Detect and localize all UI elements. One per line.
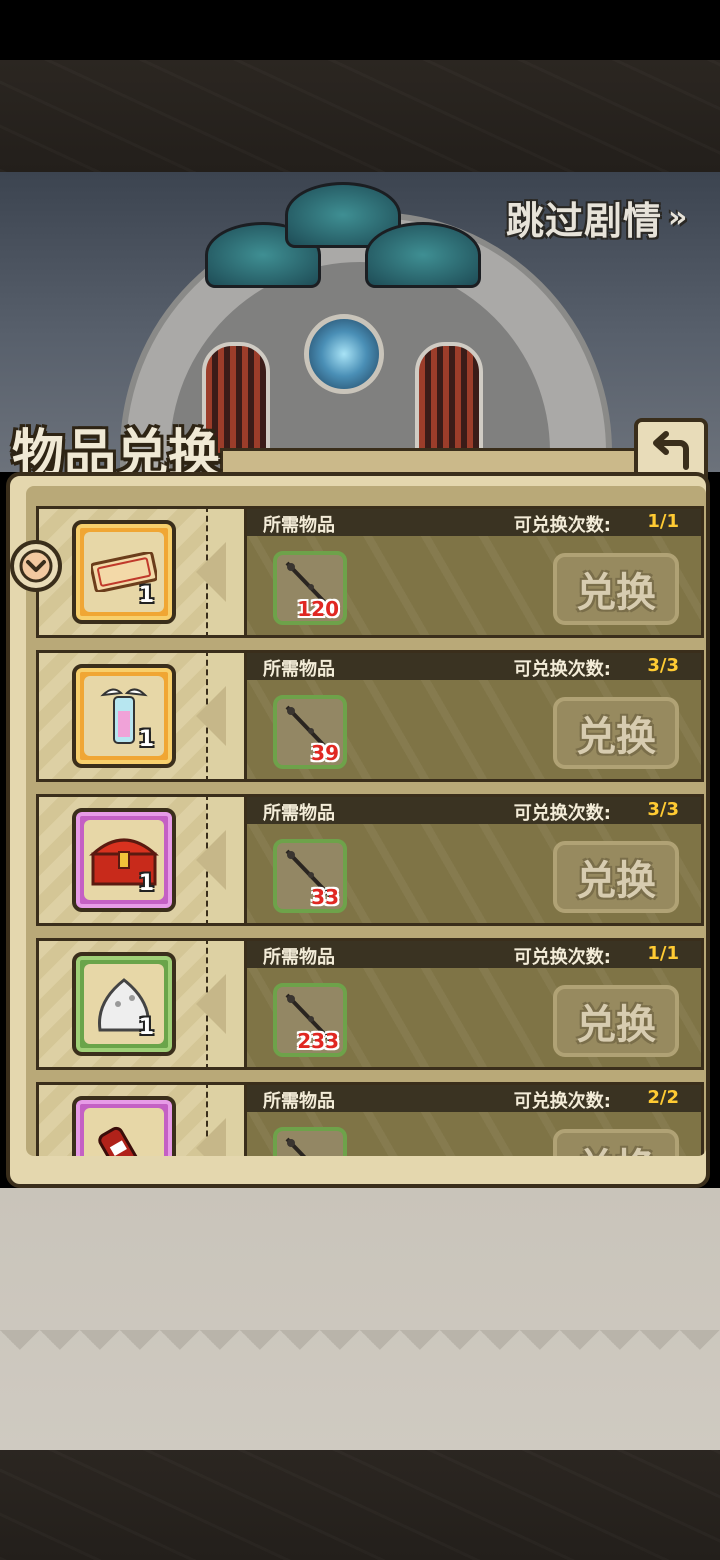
cost-item[interactable]: 120 — [273, 551, 347, 625]
exchange-button[interactable]: 兑换 — [553, 553, 679, 625]
back-arrow-icon — [653, 431, 689, 470]
reward-item-core: 1 — [84, 532, 164, 612]
requirement-area: 所需物品 可兑换次数: 2/2 兑换 — [244, 1082, 704, 1156]
reward-item[interactable]: 1 — [72, 664, 176, 768]
bottom-band — [0, 1450, 720, 1560]
exchange-count-label: 可兑换次数: — [513, 659, 611, 680]
cost-item[interactable]: 233 — [273, 983, 347, 1057]
cost-item[interactable]: 39 — [273, 695, 347, 769]
exchange-button[interactable]: 兑换 — [553, 841, 679, 913]
arrow-left-icon — [196, 1118, 226, 1156]
rose-window — [304, 314, 384, 394]
reward-quantity: 1 — [138, 727, 154, 752]
required-items-label: 所需物品 — [263, 803, 335, 824]
staff-icon — [285, 1137, 307, 1156]
window-right — [415, 342, 483, 460]
cost-quantity: 39 — [311, 741, 339, 765]
exchange-row: 1 所需物品 可兑换次数: 3/3 39 兑换 — [36, 650, 704, 782]
exchange-panel: 1 所需物品 可兑换次数: 1/1 120 兑换 1 所需物品 可兑换次数: 3… — [6, 472, 710, 1188]
bottle-icon — [98, 1126, 143, 1156]
arrow-left-icon — [196, 974, 226, 1034]
exchange-button-label: 兑换 — [576, 858, 656, 904]
requirement-area: 所需物品 可兑换次数: 3/3 33 兑换 — [244, 794, 704, 926]
cost-item[interactable] — [273, 1127, 347, 1156]
skip-story-button[interactable]: 跳过剧情 » — [506, 192, 702, 243]
reward-item[interactable]: 1 — [72, 808, 176, 912]
double-chevron-icon: » — [668, 199, 688, 235]
zigzag-border — [0, 1330, 720, 1370]
exchange-button-label: 兑换 — [576, 1002, 656, 1048]
requirement-area: 所需物品 可兑换次数: 1/1 120 兑换 — [244, 506, 704, 638]
exchange-count-value: 3/3 — [647, 655, 679, 676]
reward-item-core: 1 — [84, 820, 164, 900]
cost-quantity: 233 — [297, 1029, 339, 1053]
exchange-button-label: 兑换 — [576, 714, 656, 760]
required-items-label: 所需物品 — [263, 947, 335, 968]
exchange-count-value: 1/1 — [647, 511, 679, 532]
arrow-left-icon — [196, 686, 226, 746]
title-rule — [220, 448, 650, 473]
requirement-area: 所需物品 可兑换次数: 1/1 233 兑换 — [244, 938, 704, 1070]
reward-item[interactable]: 1 — [72, 952, 176, 1056]
exchange-count-value: 2/2 — [647, 1087, 679, 1108]
exchange-button[interactable]: 兑换 — [553, 697, 679, 769]
exchange-count-value: 1/1 — [647, 943, 679, 964]
reward-item[interactable]: 1 — [72, 520, 176, 624]
required-items-label: 所需物品 — [263, 1091, 335, 1112]
cost-quantity: 120 — [297, 597, 339, 621]
required-items-label: 所需物品 — [263, 515, 335, 536]
reward-quantity: 1 — [138, 583, 154, 608]
exchange-count-value: 3/3 — [647, 799, 679, 820]
reward-item-core: 1 — [84, 676, 164, 756]
exchange-button-label: 兑换 — [576, 570, 656, 616]
exchange-count-label: 可兑换次数: — [513, 803, 611, 824]
exchange-button[interactable]: 兑换 — [553, 1129, 679, 1156]
reward-item[interactable] — [72, 1096, 176, 1156]
arrow-left-icon — [196, 542, 226, 602]
exchange-row: 1 所需物品 可兑换次数: 1/1 233 兑换 — [36, 938, 704, 1070]
exchange-row: 1 所需物品 可兑换次数: 1/1 120 兑换 — [36, 506, 704, 638]
reward-item-core: 1 — [84, 964, 164, 1044]
skip-story-label: 跳过剧情 — [506, 198, 663, 243]
status-bar — [0, 0, 720, 60]
side-tab-button[interactable] — [10, 540, 62, 592]
exchange-button-label: 兑换 — [576, 1136, 656, 1156]
exchange-row: 所需物品 可兑换次数: 2/2 兑换 — [36, 1082, 704, 1156]
arrow-left-icon — [196, 830, 226, 890]
reward-quantity: 1 — [138, 871, 154, 896]
requirement-area: 所需物品 可兑换次数: 3/3 39 兑换 — [244, 650, 704, 782]
cost-quantity: 33 — [311, 885, 339, 909]
exchange-row: 1 所需物品 可兑换次数: 3/3 33 兑换 — [36, 794, 704, 926]
reward-quantity: 1 — [138, 1015, 154, 1040]
exchange-count-label: 可兑换次数: — [513, 1091, 611, 1112]
cost-item[interactable]: 33 — [273, 839, 347, 913]
exchange-count-label: 可兑换次数: — [513, 947, 611, 968]
exchange-list[interactable]: 1 所需物品 可兑换次数: 1/1 120 兑换 1 所需物品 可兑换次数: 3… — [26, 486, 706, 1156]
lower-backdrop — [0, 1188, 720, 1450]
reward-item-core — [84, 1108, 164, 1156]
exchange-count-label: 可兑换次数: — [513, 515, 611, 536]
stained-glass-right — [365, 222, 481, 288]
top-band — [0, 60, 720, 172]
exchange-button[interactable]: 兑换 — [553, 985, 679, 1057]
required-items-label: 所需物品 — [263, 659, 335, 680]
tag-arrow-icon — [19, 549, 53, 583]
